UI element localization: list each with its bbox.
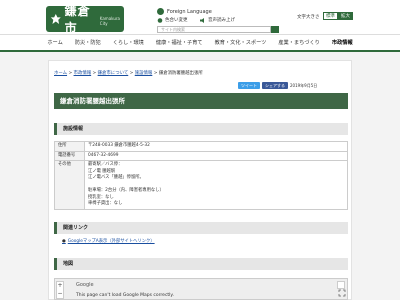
logo-text: 鎌倉市 bbox=[64, 4, 91, 35]
breadcrumb-separator: > bbox=[68, 71, 73, 76]
link-bullet-icon: ● bbox=[62, 239, 66, 244]
related-link-google-map[interactable]: ● GoogleマップA表示（外部サイトへリンク） bbox=[62, 238, 155, 244]
color-change-label: 色合い変更 bbox=[165, 18, 188, 23]
zoom-out-button[interactable]: − bbox=[57, 290, 63, 298]
voice-reading-label: 音声読み上げ bbox=[208, 18, 235, 23]
info-line: 0467-32-4699 bbox=[88, 152, 119, 158]
breadcrumb-separator: > bbox=[153, 71, 158, 76]
related-link-label: GoogleマップA表示（外部サイトへリンク） bbox=[67, 239, 155, 244]
city-emblem-icon bbox=[50, 14, 61, 24]
info-key: 住所 bbox=[54, 141, 85, 152]
map-error-message: This page can't load Google Maps correct… bbox=[76, 293, 174, 298]
info-line: 車椅子貸出：なし bbox=[88, 201, 123, 206]
color-change-link[interactable]: 色合い変更 bbox=[157, 17, 188, 23]
text-size-label: 文字大きさ bbox=[297, 15, 320, 20]
update-date: 2019年9月5日 bbox=[290, 83, 318, 88]
logo-subtext: Kamakura City bbox=[99, 15, 120, 26]
section-heading-related: 関連リンク bbox=[54, 222, 348, 234]
info-key: 電話番号 bbox=[54, 150, 85, 161]
fullscreen-icon bbox=[338, 289, 346, 297]
global-nav: ホーム 防災・防犯 くらし・環境 健康・福祉・子育て 教育・文化・スポーツ 産業… bbox=[0, 34, 400, 52]
breadcrumb-item-home[interactable]: ホーム bbox=[54, 71, 67, 76]
breadcrumb-item-city-info[interactable]: 市政情報 bbox=[74, 71, 92, 76]
text-size-standard-button[interactable]: 標準 bbox=[323, 12, 338, 20]
page-title: 鎌倉消防署腰越出張所 bbox=[54, 93, 348, 109]
breadcrumb: ホーム > 市政情報 > 鎌倉市について > 施設情報 > 鎌倉消防署腰越出張所 bbox=[54, 70, 203, 76]
section-heading-facility: 施設情報 bbox=[54, 123, 348, 135]
nav-item-health[interactable]: 健康・福祉・子育て bbox=[150, 35, 209, 50]
google-brand: Google bbox=[76, 282, 94, 288]
breadcrumb-item-current: 鎌倉消防署腰越出張所 bbox=[158, 71, 203, 76]
info-value: 最寄駅／バス停： 江ノ電 腰越駅 江ノ電バス「腰越」停留所。 駐車場：2台分（内… bbox=[84, 160, 348, 210]
search-button[interactable] bbox=[271, 26, 279, 40]
nav-item-home[interactable]: ホーム bbox=[41, 35, 68, 50]
map-zoom-control[interactable]: + − bbox=[56, 281, 64, 299]
breadcrumb-item-about[interactable]: 鎌倉市について bbox=[98, 71, 129, 76]
breadcrumb-item-facilities[interactable]: 施設情報 bbox=[135, 71, 153, 76]
info-value: 〒248-0033 鎌倉市腰越4-5-32 bbox=[84, 141, 348, 152]
info-key: その他 bbox=[54, 160, 85, 210]
table-row: 電話番号 0467-32-4699 bbox=[54, 150, 348, 161]
site-header: 鎌倉市 Kamakura City Foreign Language 色合い変更… bbox=[0, 0, 400, 40]
breadcrumb-separator: > bbox=[92, 71, 97, 76]
nav-item-disaster[interactable]: 防災・防犯 bbox=[69, 35, 107, 50]
table-row: 住所 〒248-0033 鎌倉市腰越4-5-32 bbox=[54, 141, 348, 152]
speaker-icon bbox=[200, 17, 204, 23]
foreign-language-link[interactable]: Foreign Language bbox=[157, 8, 212, 15]
table-row: その他 最寄駅／バス停： 江ノ電 腰越駅 江ノ電バス「腰越」停留所。 駐車場：2… bbox=[54, 160, 348, 210]
facility-info-table: 住所 〒248-0033 鎌倉市腰越4-5-32 電話番号 0467-32-46… bbox=[54, 141, 348, 210]
site-search-input[interactable]: サイト内検索 bbox=[157, 26, 271, 33]
globe-icon bbox=[157, 8, 164, 15]
breadcrumb-separator: > bbox=[129, 71, 134, 76]
fullscreen-button[interactable] bbox=[337, 281, 346, 297]
facebook-share-button[interactable]: シェアする bbox=[262, 82, 288, 89]
nav-item-education[interactable]: 教育・文化・スポーツ bbox=[209, 35, 273, 50]
site-logo[interactable]: 鎌倉市 Kamakura City bbox=[46, 4, 124, 35]
section-heading-map: 地図 bbox=[54, 258, 348, 270]
tweet-button[interactable]: ツイート bbox=[238, 82, 260, 89]
info-line: 〒248-0033 鎌倉市腰越4-5-32 bbox=[88, 143, 150, 148]
nav-item-city-info[interactable]: 市政情報 bbox=[326, 35, 359, 50]
nav-item-life[interactable]: くらし・環境 bbox=[107, 35, 150, 50]
palette-icon bbox=[157, 17, 163, 23]
zoom-in-button[interactable]: + bbox=[57, 282, 63, 290]
info-value: 0467-32-4699 bbox=[84, 150, 348, 161]
text-size-large-button[interactable]: 拡大 bbox=[338, 12, 353, 20]
foreign-language-label: Foreign Language bbox=[167, 8, 212, 15]
nav-item-industry[interactable]: 産業・まちづくり bbox=[272, 35, 326, 50]
voice-reading-link[interactable]: 音声読み上げ bbox=[200, 17, 235, 23]
